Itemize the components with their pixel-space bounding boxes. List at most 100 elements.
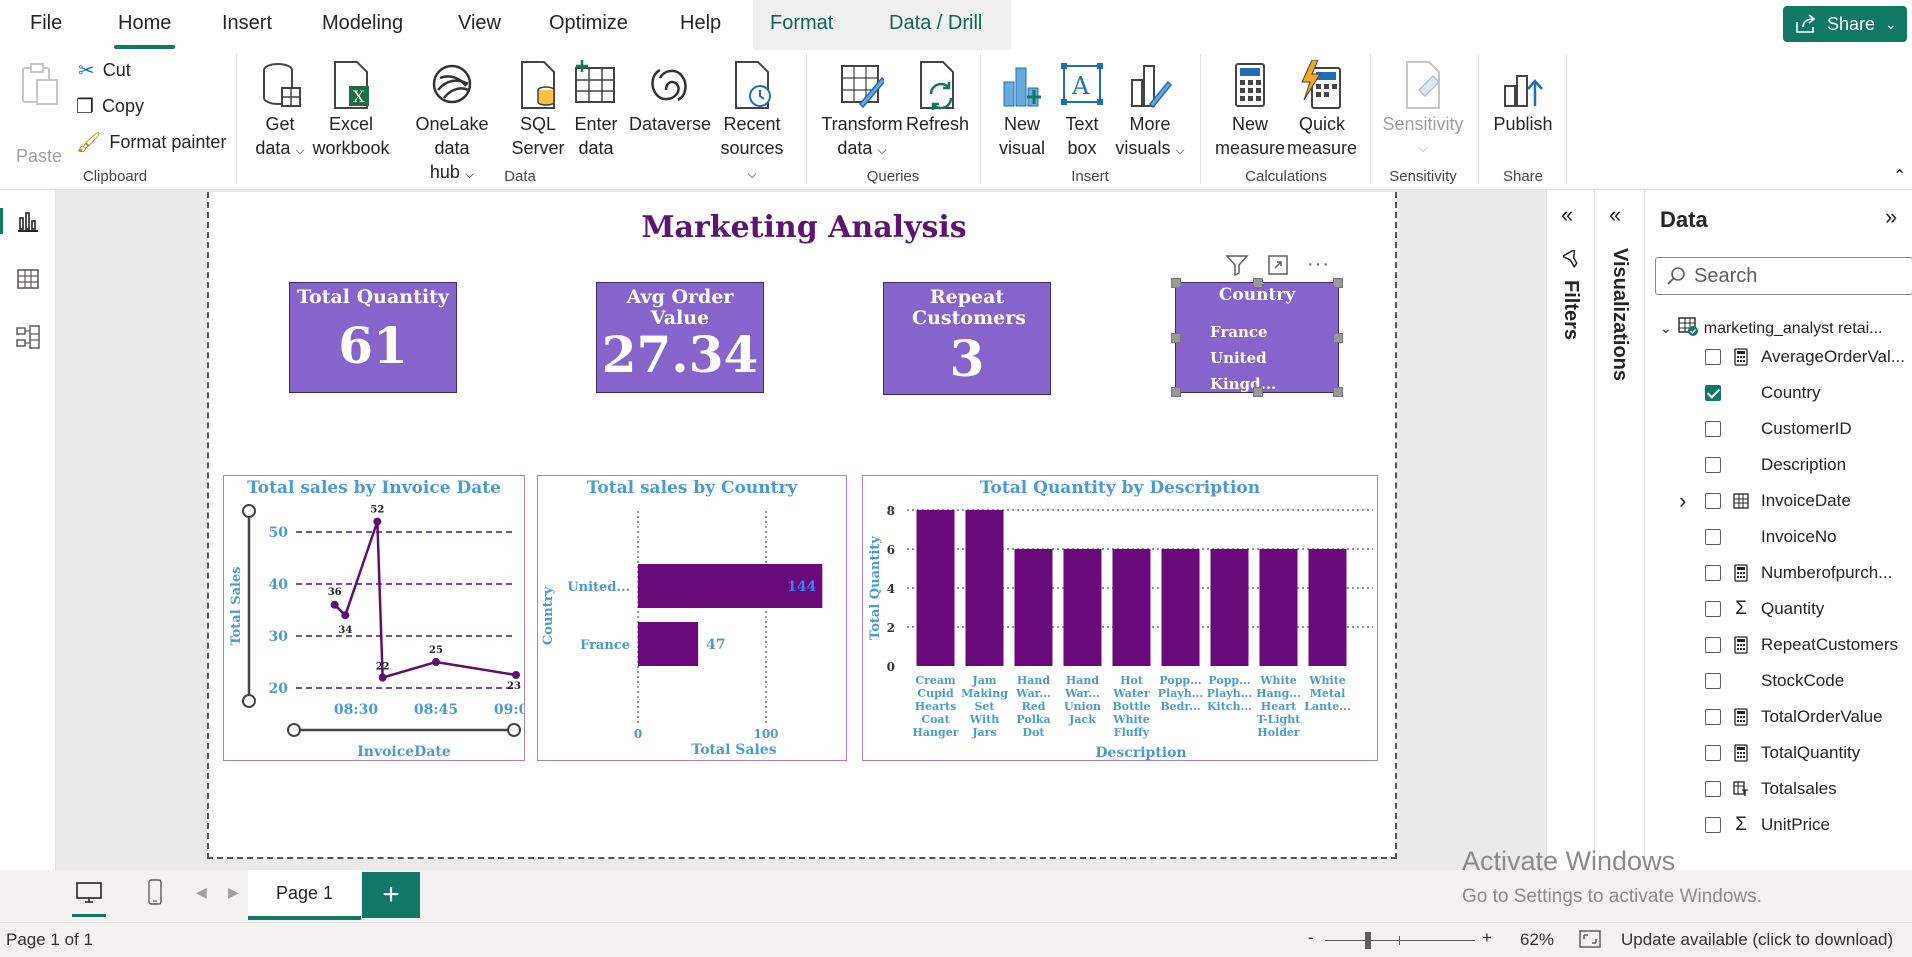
more-options-icon[interactable]: ··· bbox=[1307, 253, 1330, 276]
field-row[interactable]: InvoiceNo bbox=[1705, 522, 1837, 552]
add-page-button[interactable]: + bbox=[362, 872, 420, 918]
field-checkbox[interactable] bbox=[1705, 781, 1721, 797]
visualizations-pane[interactable]: « Visualizations bbox=[1594, 190, 1644, 870]
search-input[interactable]: Search bbox=[1655, 257, 1912, 295]
zoom-slider-thumb[interactable] bbox=[1365, 932, 1371, 949]
field-row[interactable]: RepeatCustomers bbox=[1705, 630, 1898, 660]
field-row[interactable]: Σ UnitPrice bbox=[1705, 810, 1830, 840]
menu-modeling[interactable]: Modeling bbox=[322, 12, 403, 35]
update-available-link[interactable]: Update available (click to download) bbox=[1621, 930, 1893, 950]
copy-button[interactable]: ❐ Copy bbox=[76, 94, 144, 119]
field-checkbox[interactable] bbox=[1705, 637, 1721, 653]
menu-insert[interactable]: Insert bbox=[222, 12, 272, 35]
page-tab-1[interactable]: Page 1 bbox=[248, 870, 361, 920]
sql-server-button[interactable]: SQL Server bbox=[510, 60, 566, 160]
field-checkbox[interactable] bbox=[1705, 457, 1721, 473]
filter-icon[interactable] bbox=[1225, 254, 1249, 276]
slicer-item-france[interactable]: France bbox=[1176, 319, 1338, 345]
field-row[interactable]: Σ Quantity bbox=[1705, 594, 1824, 624]
desktop-layout-icon[interactable] bbox=[72, 880, 106, 917]
recent-sources-button[interactable]: Recent sources ⌵ bbox=[714, 60, 790, 186]
resize-handle[interactable] bbox=[1333, 333, 1343, 343]
publish-button[interactable]: Publish bbox=[1488, 60, 1558, 136]
field-checkbox[interactable] bbox=[1705, 493, 1721, 509]
field-checkbox[interactable] bbox=[1705, 709, 1721, 725]
field-checkbox[interactable] bbox=[1705, 673, 1721, 689]
table-node[interactable]: ⌄ marketing_analyst retai... bbox=[1660, 316, 1882, 341]
text-box-button[interactable]: A Text box bbox=[1054, 60, 1110, 160]
new-visual-button[interactable]: New visual bbox=[994, 60, 1050, 160]
line-chart-visual[interactable]: Total sales by Invoice Date 20 30 40 50 08:3… bbox=[223, 475, 525, 761]
resize-handle[interactable] bbox=[1333, 387, 1343, 397]
menu-optimize[interactable]: Optimize bbox=[549, 12, 628, 35]
field-row[interactable]: Numberofpurch... bbox=[1705, 558, 1892, 588]
country-slicer[interactable]: Country France United Kingd... bbox=[1171, 278, 1343, 397]
field-checkbox[interactable] bbox=[1705, 421, 1721, 437]
menu-view[interactable]: View bbox=[458, 12, 501, 35]
menu-format[interactable]: Format bbox=[770, 12, 833, 35]
transform-data-button[interactable]: Transform data ⌵ bbox=[820, 60, 904, 162]
report-page[interactable]: Marketing Analysis ··· Total Quantity 61… bbox=[207, 192, 1397, 859]
sensitivity-button[interactable]: Sensitivity ⌵ bbox=[1380, 60, 1466, 160]
resize-handle[interactable] bbox=[1333, 278, 1343, 288]
mobile-layout-icon[interactable] bbox=[146, 878, 164, 913]
enter-data-button[interactable]: Enter data bbox=[568, 60, 624, 160]
model-view-icon[interactable] bbox=[15, 324, 41, 350]
field-row[interactable]: › InvoiceDate bbox=[1679, 486, 1851, 516]
collapse-left-icon[interactable]: « bbox=[1609, 202, 1621, 228]
field-row[interactable]: AverageOrderVal... bbox=[1705, 342, 1905, 372]
description-column-visual[interactable]: Total Quantity by Description 0 2 4 6 8 Cream… bbox=[862, 475, 1378, 761]
resize-handle[interactable] bbox=[1253, 278, 1263, 288]
refresh-button[interactable]: Refresh bbox=[906, 60, 969, 136]
field-checkbox[interactable] bbox=[1705, 385, 1721, 401]
focus-mode-icon[interactable] bbox=[1267, 254, 1289, 276]
dataverse-button[interactable]: Dataverse bbox=[628, 60, 712, 136]
cut-button[interactable]: ✂ Cut bbox=[78, 58, 131, 83]
chevron-right-icon[interactable]: › bbox=[1679, 488, 1686, 514]
more-visuals-button[interactable]: More visuals ⌵ bbox=[1112, 60, 1188, 162]
field-row[interactable]: TotalQuantity bbox=[1705, 738, 1860, 768]
resize-handle[interactable] bbox=[1253, 387, 1263, 397]
card-total-quantity[interactable]: Total Quantity 61 bbox=[289, 282, 457, 393]
field-row[interactable]: StockCode bbox=[1705, 666, 1844, 696]
menu-help[interactable]: Help bbox=[680, 12, 721, 35]
field-row[interactable]: CustomerID bbox=[1705, 414, 1852, 444]
filters-pane[interactable]: « Filters bbox=[1546, 190, 1594, 870]
menu-data-drill[interactable]: Data / Drill bbox=[889, 12, 982, 35]
field-row[interactable]: Description bbox=[1705, 450, 1846, 480]
zoom-in-button[interactable]: + bbox=[1482, 928, 1492, 948]
format-painter-button[interactable]: 🖌 Format painter bbox=[76, 130, 226, 155]
paste-button[interactable]: Paste bbox=[14, 60, 64, 168]
field-row[interactable]: TotalOrderValue bbox=[1705, 702, 1883, 732]
card-avg-order-value[interactable]: Avg Order Value 27.34 bbox=[596, 282, 764, 393]
resize-handle[interactable] bbox=[1171, 387, 1181, 397]
zoom-out-button[interactable]: - bbox=[1308, 928, 1314, 948]
report-view-icon[interactable] bbox=[15, 208, 41, 234]
scroll-left-icon[interactable]: ◀ bbox=[196, 884, 207, 901]
menu-home[interactable]: Home bbox=[113, 12, 176, 49]
share-button[interactable]: Share ⌄ bbox=[1783, 6, 1907, 42]
field-row[interactable]: Country bbox=[1705, 378, 1821, 408]
field-checkbox[interactable] bbox=[1705, 745, 1721, 761]
zoom-slider[interactable] bbox=[1325, 932, 1475, 949]
get-data-button[interactable]: Get data ⌵ bbox=[252, 60, 308, 162]
field-checkbox[interactable] bbox=[1705, 349, 1721, 365]
field-checkbox[interactable] bbox=[1705, 565, 1721, 581]
collapse-ribbon-icon[interactable]: ⌃ bbox=[1893, 166, 1906, 186]
resize-handle[interactable] bbox=[1171, 333, 1181, 343]
quick-measure-button[interactable]: Quick measure bbox=[1284, 59, 1360, 160]
country-bar-visual[interactable]: Total sales by Country 0 100 United... 144 F… bbox=[537, 475, 847, 761]
field-row[interactable]: Totalsales bbox=[1705, 774, 1837, 804]
new-measure-button[interactable]: New measure bbox=[1210, 60, 1290, 160]
collapse-right-icon[interactable]: » bbox=[1885, 204, 1897, 230]
collapse-left-icon[interactable]: « bbox=[1561, 202, 1573, 228]
field-checkbox[interactable] bbox=[1705, 529, 1721, 545]
resize-handle[interactable] bbox=[1171, 278, 1181, 288]
menu-file[interactable]: File bbox=[30, 12, 62, 35]
scroll-right-icon[interactable]: ▶ bbox=[228, 884, 239, 901]
field-checkbox[interactable] bbox=[1705, 601, 1721, 617]
table-view-icon[interactable] bbox=[15, 266, 41, 292]
field-checkbox[interactable] bbox=[1705, 817, 1721, 833]
excel-workbook-button[interactable]: X Excel workbook bbox=[310, 60, 392, 160]
card-repeat-customers[interactable]: Repeat Customers 3 bbox=[883, 282, 1051, 395]
